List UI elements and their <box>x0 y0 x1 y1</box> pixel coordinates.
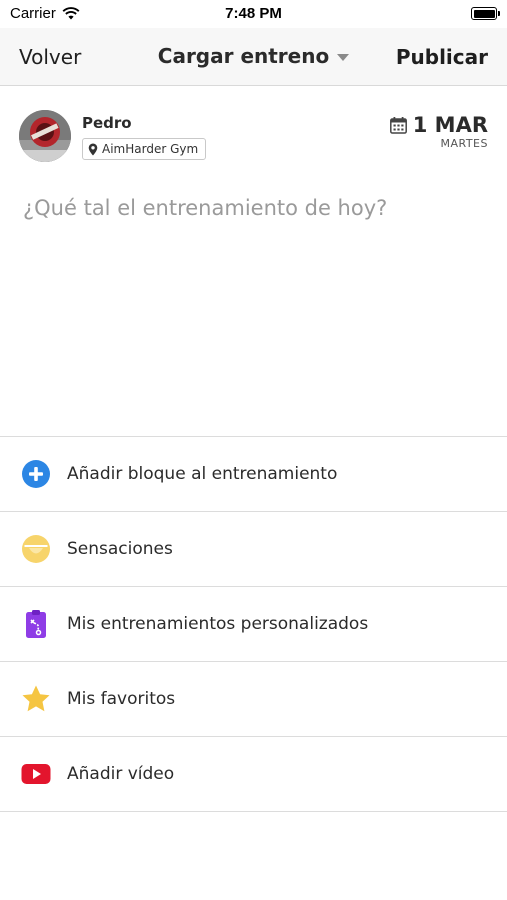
sensations-label: Sensaciones <box>67 539 173 559</box>
add-block-label: Añadir bloque al entrenamiento <box>67 464 338 484</box>
date-selector[interactable]: 1 MAR MARTES <box>389 113 488 150</box>
calendar-icon <box>389 116 407 134</box>
avatar-image <box>19 110 71 162</box>
location-pin-icon <box>88 143 98 155</box>
add-video-option[interactable]: Añadir vídeo <box>0 737 507 812</box>
star-icon <box>21 684 51 714</box>
workout-text-input[interactable]: ¿Qué tal el entrenamiento de hoy? <box>23 196 483 416</box>
add-block-option[interactable]: Añadir bloque al entrenamiento <box>0 437 507 512</box>
status-time: 7:48 PM <box>225 5 282 22</box>
date-label: 1 MAR <box>412 113 488 137</box>
video-play-icon <box>21 759 51 789</box>
clipboard-icon <box>21 609 51 639</box>
status-bar: Carrier 7:48 PM <box>0 0 507 28</box>
battery-icon <box>471 7 500 20</box>
nav-title-label: Cargar entreno <box>157 44 330 68</box>
post-header: Pedro AimHarder Gym 1 MAR MARTES <box>0 86 507 176</box>
gym-name: AimHarder Gym <box>102 142 199 156</box>
caret-down-icon <box>337 53 350 61</box>
options-list: Añadir bloque al entrenamiento Sensacion… <box>0 436 507 812</box>
favorites-option[interactable]: Mis favoritos <box>0 662 507 737</box>
navigation-bar: Volver Cargar entreno Publicar <box>0 28 507 86</box>
favorites-label: Mis favoritos <box>67 689 176 709</box>
publish-button[interactable]: Publicar <box>396 45 488 69</box>
face-icon <box>21 534 51 564</box>
plus-circle-icon <box>21 459 51 489</box>
custom-workouts-label: Mis entrenamientos personalizados <box>67 614 369 634</box>
gym-location-tag[interactable]: AimHarder Gym <box>82 138 207 160</box>
custom-workouts-option[interactable]: Mis entrenamientos personalizados <box>0 587 507 662</box>
user-name[interactable]: Pedro <box>82 114 132 132</box>
workout-type-dropdown[interactable]: Cargar entreno <box>157 44 350 68</box>
weekday-label: MARTES <box>440 137 488 150</box>
avatar[interactable] <box>19 110 71 162</box>
sensations-option[interactable]: Sensaciones <box>0 512 507 587</box>
add-video-label: Añadir vídeo <box>67 764 175 784</box>
